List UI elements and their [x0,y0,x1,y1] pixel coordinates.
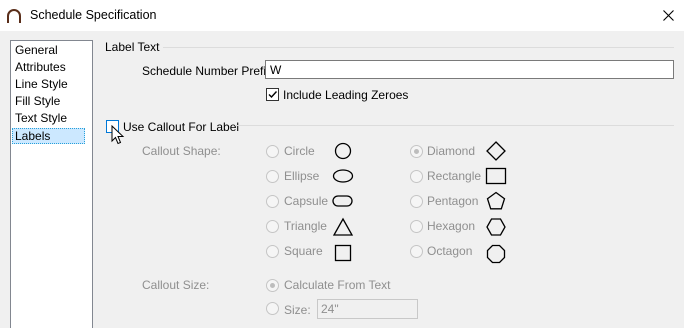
diamond-icon [486,141,506,161]
pentagon-icon [486,191,506,210]
nav-item-general[interactable]: General [13,43,60,59]
close-button[interactable] [652,0,684,31]
square-label: Square [284,244,323,258]
title-bar: Schedule Specification [0,0,684,31]
circle-label: Circle [284,144,315,158]
nav-item-text-style[interactable]: Text Style [13,111,69,127]
triangle-icon [332,217,354,236]
ellipse-label: Ellipse [284,169,320,183]
dialog-body: General Attributes Line Style Fill Style… [0,31,684,328]
nav-item-line-style[interactable]: Line Style [13,77,70,93]
octagon-label: Octagon [427,244,473,258]
callout-shape-label: Callout Shape: [142,144,221,158]
pentagon-label: Pentagon [427,194,479,208]
radio-size[interactable] [266,302,279,315]
radio-pentagon[interactable] [410,195,423,208]
octagon-icon [486,244,506,264]
radio-triangle[interactable] [266,220,279,233]
radio-square[interactable] [266,245,279,258]
capsule-label: Capsule [284,194,329,208]
radio-circle[interactable] [266,145,279,158]
label-text-group-title: Label Text [105,40,160,54]
radio-hexagon[interactable] [410,220,423,233]
prefix-input[interactable] [265,60,674,79]
group-divider [235,125,674,126]
nav-item-attributes[interactable]: Attributes [13,60,68,76]
checkmark-icon [268,91,278,99]
arch-icon [7,9,21,23]
diamond-label: Diamond [427,144,476,158]
hexagon-icon [486,218,506,236]
leading-zeroes-label: Include Leading Zeroes [283,88,409,102]
leading-zeroes-checkbox[interactable] [266,88,279,101]
triangle-label: Triangle [284,219,327,233]
radio-calculate-from-text[interactable] [266,279,279,292]
close-icon [662,10,674,21]
use-callout-label: Use Callout For Label [123,120,240,134]
prefix-label: Schedule Number Prefix: [142,64,276,78]
radio-diamond[interactable] [410,145,423,158]
rectangle-icon [485,167,507,185]
square-icon [334,244,352,262]
size-option-label: Size: [284,303,311,317]
radio-capsule[interactable] [266,195,279,208]
mouse-cursor-icon [111,125,125,145]
circle-icon [334,142,352,160]
radio-octagon[interactable] [410,245,423,258]
window-title: Schedule Specification [30,8,157,22]
category-list[interactable]: General Attributes Line Style Fill Style… [10,40,93,328]
ellipse-icon [332,169,354,183]
nav-item-labels[interactable]: Labels [12,128,85,144]
group-divider [163,47,674,48]
callout-size-label: Callout Size: [142,278,210,292]
rectangle-label: Rectangle [427,169,482,183]
nav-item-fill-style[interactable]: Fill Style [13,94,62,110]
capsule-icon [332,195,353,207]
calculate-from-text-label: Calculate From Text [284,278,391,292]
radio-ellipse[interactable] [266,170,279,183]
size-input[interactable]: 24" [317,299,418,319]
radio-rectangle[interactable] [410,170,423,183]
hexagon-label: Hexagon [427,219,476,233]
